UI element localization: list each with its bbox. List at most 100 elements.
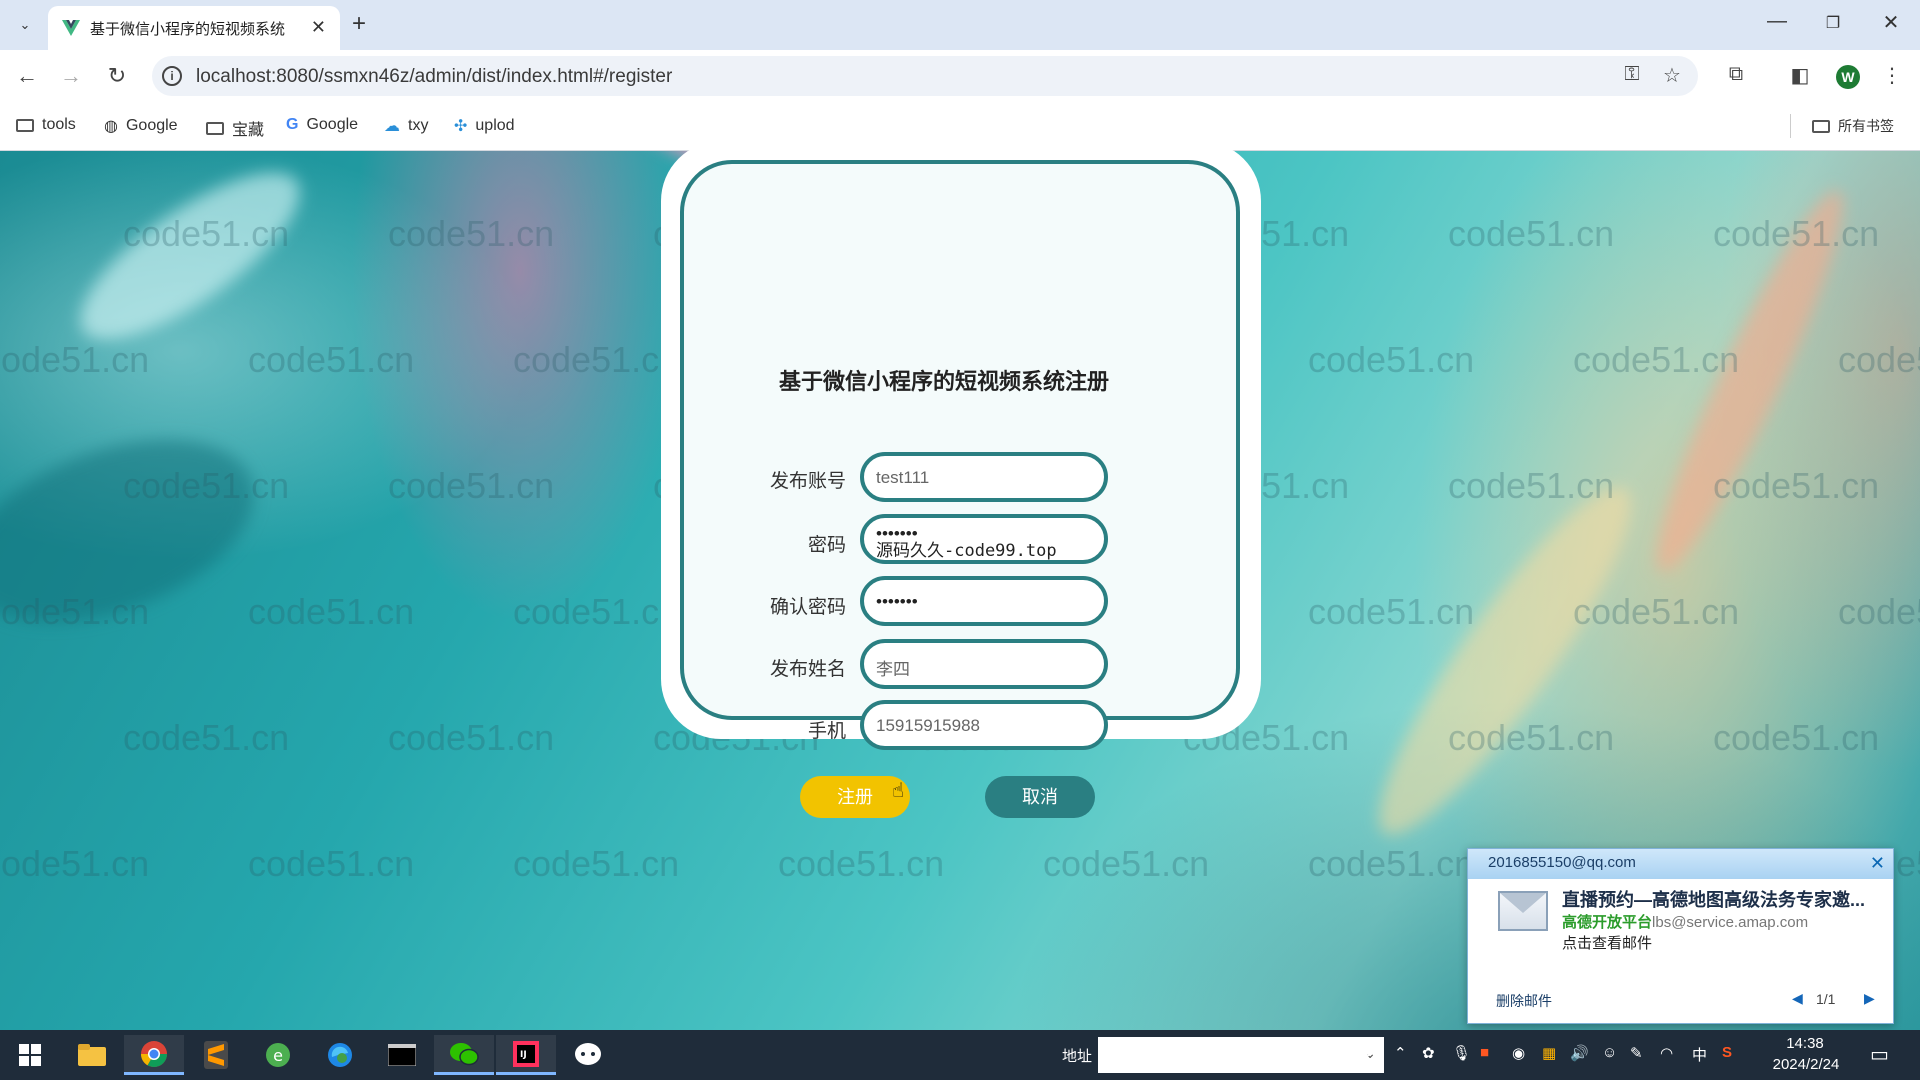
reload-icon[interactable]: ↻ bbox=[102, 61, 132, 91]
name-label: 发布姓名 bbox=[769, 659, 846, 680]
account-input[interactable]: test111 bbox=[860, 452, 1108, 502]
next-mail-icon[interactable]: ▶ bbox=[1864, 990, 1875, 1007]
vue-favicon-icon bbox=[62, 19, 80, 37]
bookmark-label: tools bbox=[42, 116, 76, 133]
close-window-icon[interactable]: ✕ bbox=[1876, 10, 1906, 35]
watermark-text: code51.cn bbox=[1838, 591, 1920, 632]
tray-red-app-icon[interactable]: ■ bbox=[1480, 1044, 1489, 1061]
taskbar-address-label: 地址 bbox=[1062, 1048, 1093, 1065]
tray-color-app-icon[interactable]: ▦ bbox=[1542, 1044, 1556, 1062]
bookmark-uplod[interactable]: ✣ uplod bbox=[454, 116, 515, 136]
delete-mail-link[interactable]: 删除邮件 bbox=[1496, 991, 1552, 1011]
tray-expand-icon[interactable]: ⌃ bbox=[1394, 1044, 1407, 1062]
view-mail-link[interactable]: 点击查看邮件 bbox=[1562, 932, 1652, 953]
microphone-icon[interactable]: 🎙 bbox=[1452, 1044, 1471, 1062]
volume-icon[interactable]: 🔊 bbox=[1570, 1044, 1589, 1062]
sogou-ime-icon[interactable]: S bbox=[1722, 1044, 1732, 1061]
all-bookmarks[interactable]: 所有书签 bbox=[1812, 116, 1894, 136]
watermark-text: code51.cn bbox=[1308, 591, 1475, 632]
password-input[interactable]: ••••••• 源码久久-code99.top bbox=[860, 514, 1108, 564]
address-bar[interactable]: i localhost:8080/ssmxn46z/admin/dist/ind… bbox=[152, 56, 1698, 96]
watermark-text: code51.cn bbox=[1573, 591, 1740, 632]
watermark-text: code51.cn bbox=[0, 843, 150, 884]
qq-penguin-icon[interactable]: ☺ bbox=[1602, 1044, 1617, 1061]
tab-search-chevron-icon[interactable]: ⌄ bbox=[12, 12, 38, 38]
watermark-text: code51.cn bbox=[513, 843, 680, 884]
confirm-password-value[interactable]: ••••••• bbox=[876, 592, 918, 612]
paint-stroke bbox=[1634, 177, 1866, 585]
tray-browser-icon[interactable]: ◉ bbox=[1512, 1044, 1525, 1062]
watermark-text: code51.cn bbox=[1308, 843, 1475, 884]
cancel-button[interactable]: 取消 bbox=[985, 776, 1095, 818]
watermark-text: code51.cn bbox=[388, 717, 555, 758]
chat-bubble-app-icon[interactable] bbox=[558, 1035, 618, 1075]
clock-time[interactable]: 14:38 bbox=[1770, 1035, 1840, 1052]
bookmark-label: Google bbox=[306, 116, 359, 133]
ie-browser-icon[interactable]: e bbox=[248, 1035, 308, 1075]
password-label: 密码 bbox=[807, 535, 846, 556]
taskbar-address-input[interactable]: ⌄ bbox=[1098, 1037, 1384, 1073]
browser-menu-icon[interactable]: ⋮ bbox=[1878, 63, 1906, 88]
phone-input[interactable]: 15915915988 bbox=[860, 700, 1108, 750]
wechat-icon[interactable] bbox=[434, 1035, 494, 1075]
bookmark-google-1[interactable]: ◍ Google bbox=[104, 116, 178, 136]
back-arrow-icon[interactable]: ← bbox=[12, 61, 42, 91]
url-text[interactable]: localhost:8080/ssmxn46z/admin/dist/index… bbox=[196, 66, 672, 88]
popup-header: 2016855150@qq.com ✕ bbox=[1468, 849, 1893, 879]
new-tab-plus-icon[interactable]: + bbox=[352, 11, 366, 37]
phone-label: 手机 bbox=[807, 721, 846, 742]
minimize-window-icon[interactable]: — bbox=[1762, 10, 1792, 33]
sublime-text-icon[interactable] bbox=[186, 1035, 246, 1075]
password-key-icon[interactable]: ⚿ bbox=[1618, 63, 1646, 86]
tray-app-icon[interactable]: ✿ bbox=[1422, 1044, 1435, 1062]
prev-mail-icon[interactable]: ◀ bbox=[1792, 990, 1803, 1007]
watermark-text: code51.cn bbox=[248, 843, 415, 884]
watermark-text: code51.cn bbox=[248, 339, 415, 380]
profile-avatar[interactable]: W bbox=[1836, 65, 1860, 89]
mail-notification-popup[interactable]: 2016855150@qq.com ✕ 直播预约—高德地图高级法务专家邀... … bbox=[1467, 848, 1894, 1024]
svg-text:IJ: IJ bbox=[520, 1050, 527, 1060]
extensions-puzzle-icon[interactable]: ⧉ bbox=[1722, 63, 1750, 86]
popup-sender: 高德开放平台lbs@service.amap.com bbox=[1562, 911, 1808, 932]
wifi-icon[interactable]: ◠ bbox=[1660, 1044, 1673, 1062]
windows-taskbar: e IJ 地址 ⌄ ↻ ⌃ ✿ 🎙 ■ ◉ ▦ 🔊 ☺ ✎ ◠ 中 S 14:3… bbox=[0, 1030, 1920, 1080]
forward-arrow-icon[interactable]: → bbox=[56, 61, 86, 91]
watermark-text: code51.cn bbox=[513, 339, 680, 380]
watermark-text: code51.cn bbox=[1448, 213, 1615, 254]
account-value[interactable]: test111 bbox=[876, 468, 929, 488]
ime-indicator[interactable]: 中 bbox=[1692, 1044, 1707, 1065]
bookmark-tools[interactable]: tools bbox=[16, 116, 76, 134]
bookmark-star-icon[interactable]: ☆ bbox=[1658, 63, 1686, 88]
intellij-icon[interactable]: IJ bbox=[496, 1035, 556, 1075]
bookmark-baozang[interactable]: 宝藏 bbox=[206, 116, 264, 140]
name-value[interactable]: 李四 bbox=[876, 655, 910, 680]
tray-input-icon[interactable]: ✎ bbox=[1630, 1044, 1643, 1062]
file-explorer-icon[interactable] bbox=[62, 1035, 122, 1075]
site-info-icon[interactable]: i bbox=[162, 66, 182, 86]
bookmark-google-2[interactable]: G Google bbox=[286, 116, 358, 134]
windows-start-icon[interactable] bbox=[0, 1035, 60, 1075]
edge-icon[interactable] bbox=[310, 1035, 370, 1075]
name-input[interactable]: 李四 bbox=[860, 639, 1108, 689]
bookmarks-divider bbox=[1790, 114, 1791, 138]
password-overlay-text: 源码久久-code99.top bbox=[876, 541, 1057, 561]
watermark-text: code51.cn bbox=[513, 591, 680, 632]
browser-tab-active[interactable]: 基于微信小程序的短视频系统 ✕ bbox=[48, 6, 340, 50]
terminal-icon[interactable] bbox=[372, 1035, 432, 1075]
phone-value[interactable]: 15915915988 bbox=[876, 716, 980, 736]
watermark-text: code51.cn bbox=[388, 213, 555, 254]
address-refresh-icon[interactable]: ↻ bbox=[1358, 1042, 1373, 1063]
clock-date[interactable]: 2024/2/24 bbox=[1766, 1056, 1846, 1073]
popup-subject[interactable]: 直播预约—高德地图高级法务专家邀... bbox=[1562, 886, 1865, 912]
tab-close-icon[interactable]: ✕ bbox=[311, 18, 326, 36]
popup-close-icon[interactable]: ✕ bbox=[1870, 853, 1885, 874]
side-panel-icon[interactable]: ◧ bbox=[1786, 63, 1814, 88]
all-bookmarks-label: 所有书签 bbox=[1838, 118, 1894, 134]
bookmark-label: txy bbox=[408, 117, 429, 134]
notification-center-icon[interactable]: ▭ bbox=[1870, 1042, 1889, 1067]
restore-window-icon[interactable]: ❐ bbox=[1818, 13, 1848, 33]
confirm-password-input[interactable]: ••••••• bbox=[860, 576, 1108, 626]
sender-name: 高德开放平台 bbox=[1562, 914, 1653, 931]
bookmark-txy[interactable]: ☁ txy bbox=[384, 116, 428, 136]
chrome-icon[interactable] bbox=[124, 1035, 184, 1075]
